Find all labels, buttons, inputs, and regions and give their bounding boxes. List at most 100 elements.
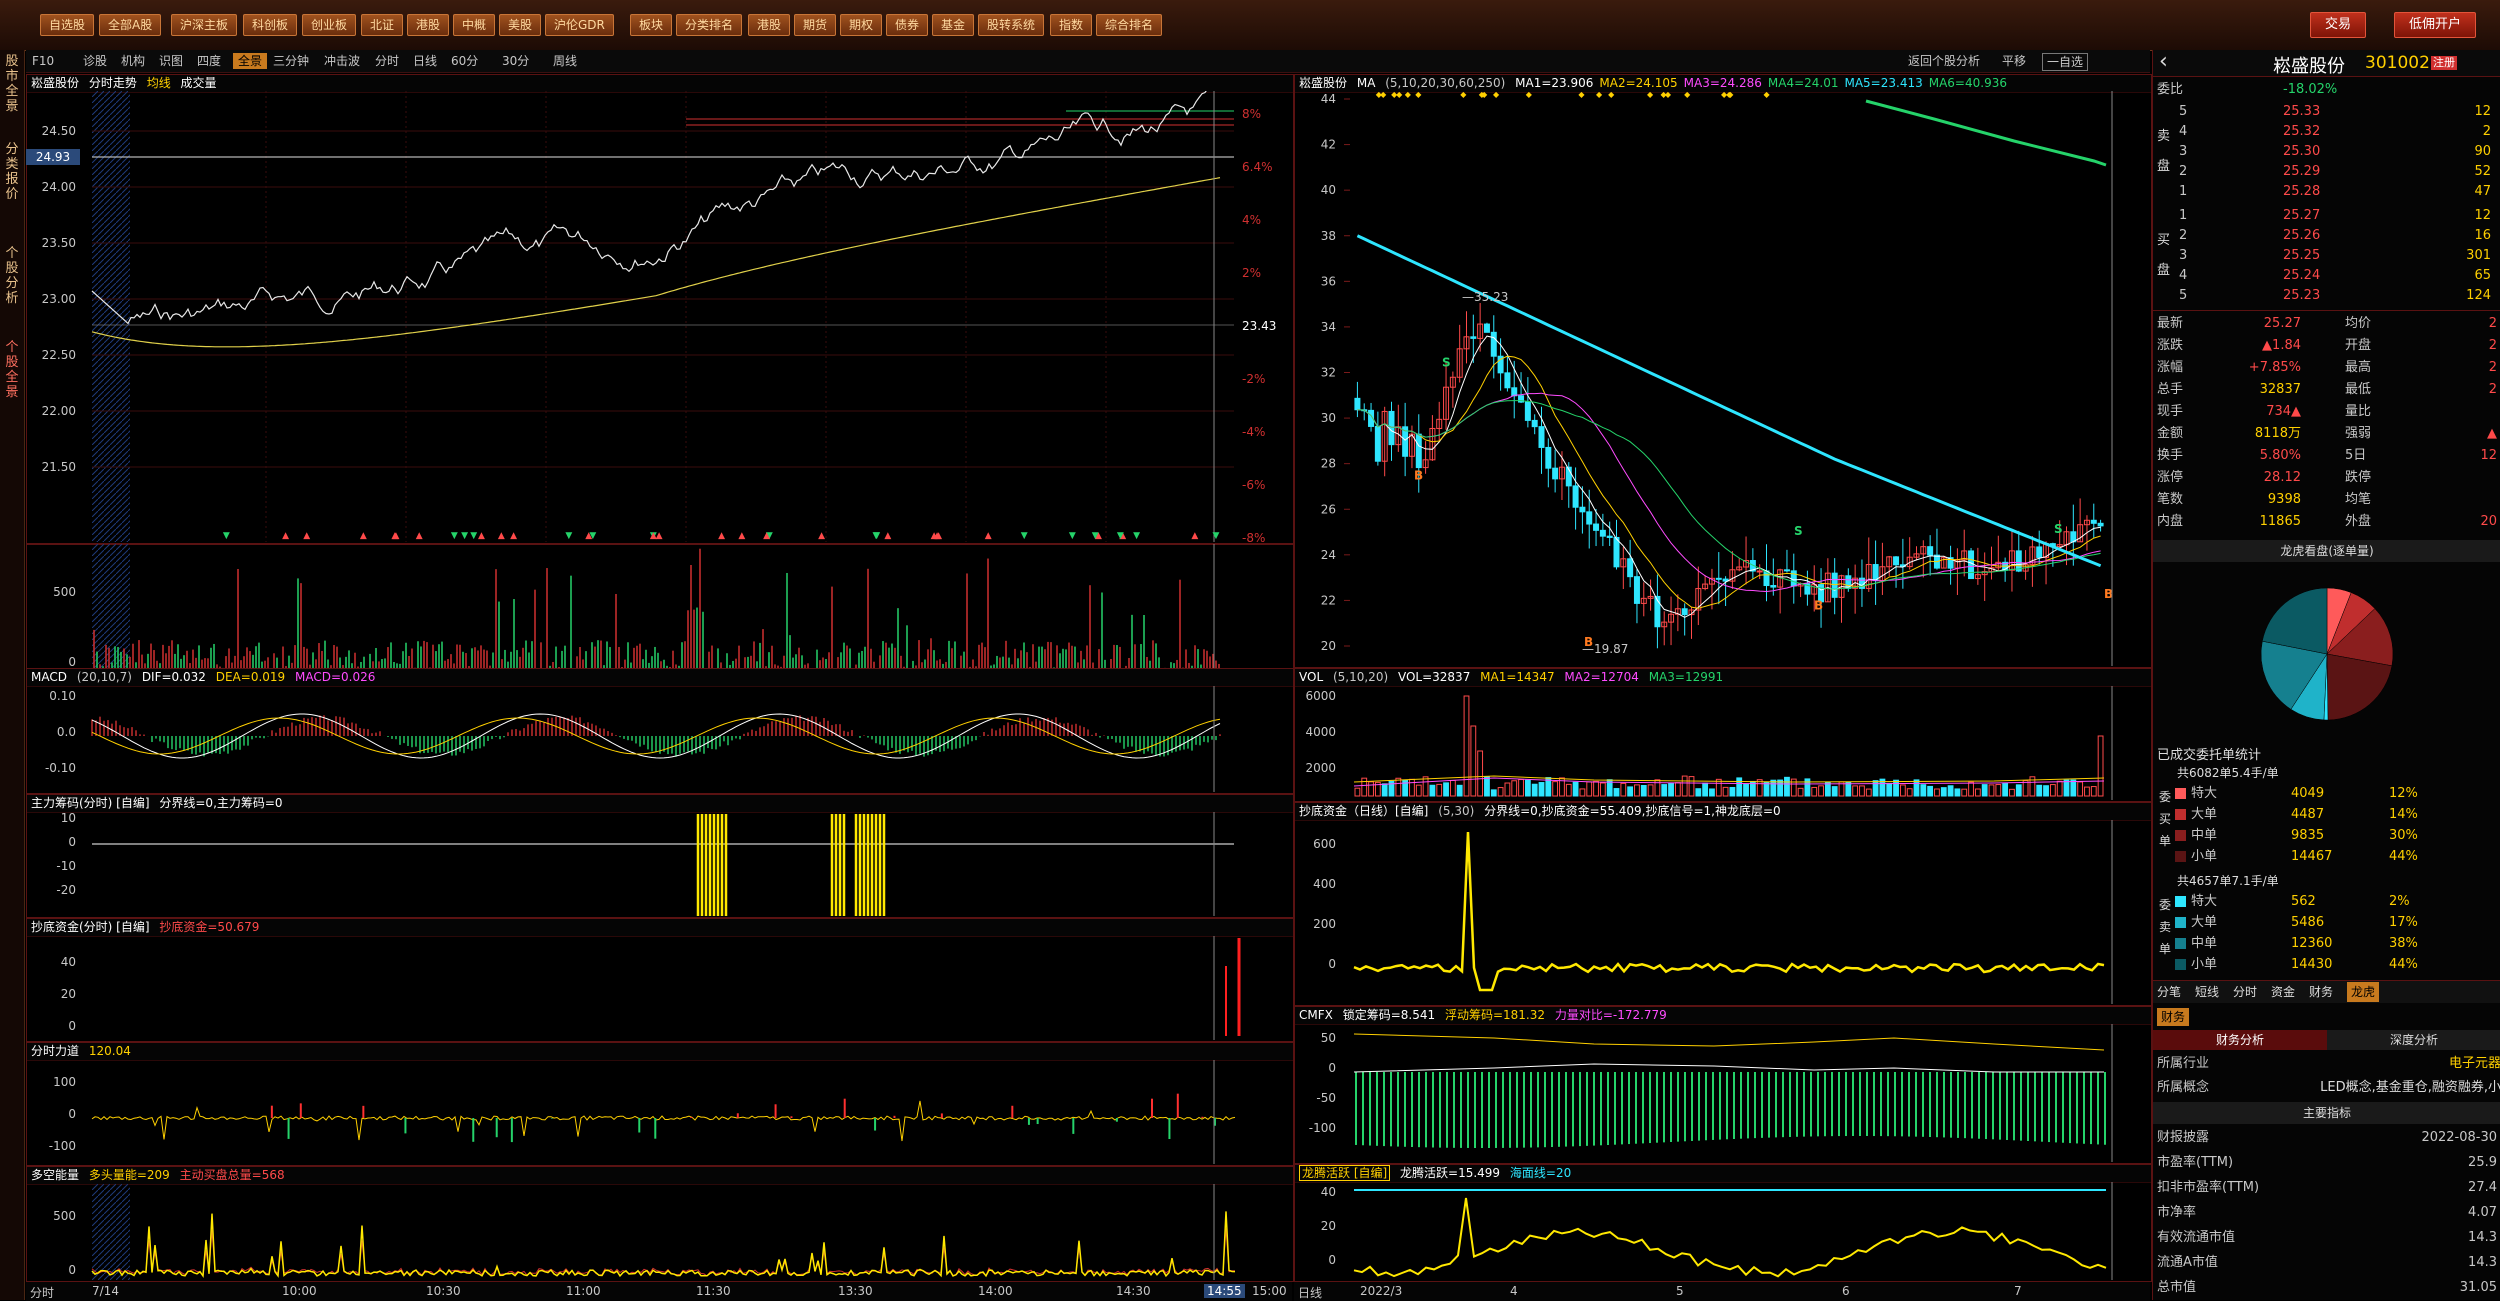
- daily-period-switch[interactable]: 日线: [1298, 1284, 1322, 1301]
- toolbar-button-15[interactable]: 债券: [886, 14, 929, 36]
- sell-order-row: 中单 12360 38%: [2153, 934, 2500, 954]
- subbar-item-5[interactable]: 全景: [233, 53, 268, 69]
- order-size-label: 小单: [2191, 849, 2218, 864]
- subbar-item-3[interactable]: 识图: [157, 53, 185, 69]
- toolbar-button-16[interactable]: 基金: [932, 14, 975, 36]
- zlcm-name[interactable]: 主力筹码(分时) [自编]: [31, 796, 150, 810]
- toolbar-button-1[interactable]: 全部A股: [99, 14, 162, 36]
- buy-level-row[interactable]: 3 25.25 301: [2153, 246, 2500, 266]
- cdzj-name[interactable]: 抄底资金(分时) [自编]: [31, 920, 150, 934]
- stat-value: 11865: [2259, 514, 2301, 529]
- toolbar-button-17[interactable]: 股转系统: [978, 14, 1045, 36]
- toolbar-button-2[interactable]: 沪深主板: [171, 14, 238, 36]
- daily-volume-bar: [1899, 784, 1906, 797]
- toolbar-button-11[interactable]: 分类排名: [676, 14, 743, 36]
- daily-tool-0[interactable]: 返回个股分析: [1906, 53, 1982, 69]
- sell-level-row[interactable]: 2 25.29 52: [2153, 162, 2500, 182]
- toolbar-button-12[interactable]: 港股: [748, 14, 791, 36]
- sell-level-row[interactable]: 4 25.32 2: [2153, 122, 2500, 142]
- back-arrow-icon[interactable]: ‹: [2159, 50, 2168, 74]
- toolbar-button-0[interactable]: 自选股: [40, 14, 95, 36]
- candle-body: [1490, 331, 1497, 357]
- time-axis-label: 14:00: [978, 1284, 1013, 1298]
- daily-volume-bar: [1449, 779, 1456, 797]
- daily-price-tick: 44: [1321, 92, 1336, 106]
- info-tab-5[interactable]: 龙虎: [2347, 982, 2380, 1002]
- subbar-item-11[interactable]: 30分: [500, 53, 531, 69]
- sell-level-row[interactable]: 3 25.30 90: [2153, 142, 2500, 162]
- toolbar-button-13[interactable]: 期货: [794, 14, 837, 36]
- open-account-button[interactable]: 低佣开户: [2394, 12, 2477, 38]
- daily-kline-chart[interactable]: 44424038363432302826242220—35.23—19.87BS…: [1294, 91, 2150, 666]
- subbar-item-6[interactable]: 三分钟: [271, 53, 311, 69]
- daily-volume-bar: [1531, 783, 1538, 797]
- left-tab-stock-analysis[interactable]: 个股分析: [2, 246, 22, 306]
- cmfx-power: 力量对比=-172.779: [1554, 1008, 1667, 1022]
- pre-market-hatch: [92, 1184, 130, 1280]
- subbar-item-12[interactable]: 周线: [551, 53, 579, 69]
- subbar-item-10[interactable]: 60分: [449, 53, 480, 69]
- toolbar-button-14[interactable]: 期权: [840, 14, 883, 36]
- intraday-period-switch[interactable]: 分时: [30, 1284, 54, 1301]
- toolbar-button-8[interactable]: 美股: [499, 14, 542, 36]
- toolbar-button-9[interactable]: 沪伦GDR: [545, 14, 614, 36]
- subbar-item-1[interactable]: 诊股: [81, 53, 109, 69]
- ma-selector[interactable]: MA: [1357, 76, 1376, 90]
- info-tab-2[interactable]: 分时: [2233, 982, 2257, 1002]
- signal-diamond: ◆: [1479, 91, 1486, 99]
- vol-name[interactable]: VOL: [1299, 670, 1323, 684]
- lths-name[interactable]: 龙腾活跃 [自编]: [1299, 1165, 1391, 1181]
- toolbar-button-3[interactable]: 科创板: [243, 14, 298, 36]
- dkn-name[interactable]: 多空能量: [31, 1168, 79, 1182]
- finance-subtab-analysis[interactable]: 财务分析: [2153, 1030, 2327, 1050]
- info-tab-4[interactable]: 财务: [2309, 982, 2333, 1002]
- buy-color-swatch: [2175, 851, 2186, 862]
- daily-tool-1[interactable]: 平移: [2000, 53, 2028, 69]
- order-pct: 38%: [2389, 936, 2418, 951]
- subbar-item-2[interactable]: 机构: [119, 53, 147, 69]
- buy-level-row[interactable]: 1 25.27 12: [2153, 206, 2500, 226]
- vol-tick-label: 0: [68, 655, 76, 669]
- info-tab-0[interactable]: 分笔: [2157, 982, 2181, 1002]
- left-tab-market-overview[interactable]: 股市全景: [2, 54, 22, 114]
- vol-tick-label: 6000: [1305, 689, 1336, 703]
- subbar-item-4[interactable]: 四度: [195, 53, 223, 69]
- subbar-item-0[interactable]: F10: [30, 53, 56, 69]
- toolbar-button-6[interactable]: 港股: [407, 14, 450, 36]
- buy-level-row[interactable]: 2 25.26 16: [2153, 226, 2500, 246]
- buy-level-volume: 16: [2474, 228, 2491, 243]
- daily-volume-bar: [1456, 784, 1463, 797]
- finance-subtab-depth[interactable]: 深度分析: [2327, 1030, 2500, 1050]
- buy-level-row[interactable]: 5 25.23 124: [2153, 286, 2500, 306]
- cmfx-name[interactable]: CMFX: [1299, 1008, 1333, 1022]
- sell-level-row[interactable]: 1 25.28 47: [2153, 182, 2500, 202]
- toolbar-button-10[interactable]: 板块: [630, 14, 673, 36]
- sell-level-row[interactable]: 5 25.33 12: [2153, 102, 2500, 122]
- cdzj-daily-name[interactable]: 抄底资金（日线）[自编]: [1299, 804, 1428, 818]
- buy-level-row[interactable]: 4 25.24 65: [2153, 266, 2500, 286]
- daily-tool-2[interactable]: 一自选: [2042, 53, 2089, 71]
- subbar-item-8[interactable]: 分时: [373, 53, 401, 69]
- candle-body: [1552, 467, 1559, 480]
- left-tab-stock-panorama[interactable]: 个股全景: [2, 340, 22, 400]
- trade-button[interactable]: 交易: [2310, 12, 2367, 38]
- info-tab-3[interactable]: 资金: [2271, 982, 2295, 1002]
- toolbar-button-19[interactable]: 综合排名: [1096, 14, 1163, 36]
- macd-name[interactable]: MACD: [31, 670, 67, 684]
- info-tab-1[interactable]: 短线: [2195, 982, 2219, 1002]
- finance-tab[interactable]: 财务: [2157, 1008, 2190, 1026]
- subbar-item-7[interactable]: 冲击波: [322, 53, 362, 69]
- vol-legend: 成交量: [180, 76, 217, 90]
- toolbar-button-18[interactable]: 指数: [1050, 14, 1093, 36]
- toolbar-button-4[interactable]: 创业板: [302, 14, 357, 36]
- subbar-item-9[interactable]: 日线: [411, 53, 439, 69]
- toolbar-button-5[interactable]: 北证: [361, 14, 404, 36]
- left-tab-category-quote[interactable]: 分类报价: [2, 142, 22, 202]
- sell-total: 共4657单7.1手/单: [2177, 874, 2279, 888]
- weibi-value: -18.02%: [2283, 82, 2338, 97]
- daily-volume-bar: [1845, 781, 1852, 797]
- toolbar-button-7[interactable]: 中概: [453, 14, 496, 36]
- fsld-name[interactable]: 分时力道: [31, 1044, 79, 1058]
- intraday-chart[interactable]: 24.50 24.00 23.50 23.00 22.50 22.00 21.50 8% 6.4…: [26, 91, 1292, 542]
- daily-price-tick: 36: [1321, 274, 1336, 288]
